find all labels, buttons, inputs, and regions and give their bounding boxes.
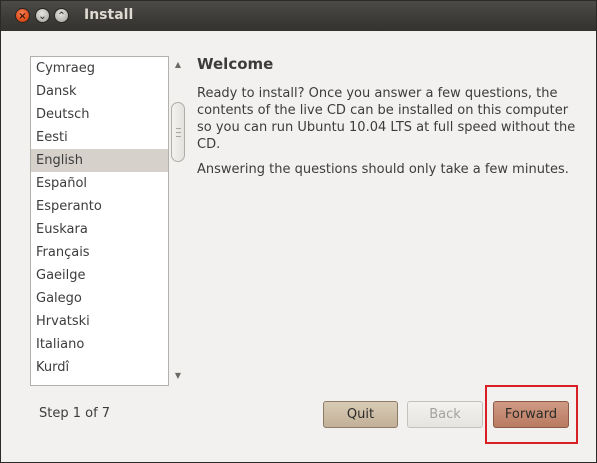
grip-icon [176,128,181,137]
language-item[interactable]: Euskara [31,218,168,241]
language-list[interactable]: Cymraeg Dansk Deutsch Eesti English Espa… [30,56,169,386]
language-item[interactable]: Deutsch [31,103,168,126]
welcome-panel: Welcome Ready to install? Once you answe… [197,55,582,186]
language-item[interactable]: Gaeilge [31,264,168,287]
scroll-up-arrow-icon[interactable]: ▲ [173,60,183,70]
language-item[interactable]: Italiano [31,333,168,356]
minimize-icon[interactable]: ⌄ [35,8,50,23]
scroll-down-arrow-icon[interactable]: ▼ [173,371,183,381]
language-item[interactable]: Eesti [31,126,168,149]
language-item[interactable]: Hrvatski [31,310,168,333]
language-item[interactable]: Cymraeg [31,57,168,80]
page-title: Welcome [197,55,274,73]
language-item[interactable]: Esperanto [31,195,168,218]
step-indicator: Step 1 of 7 [39,406,111,421]
close-icon[interactable]: × [15,8,30,23]
forward-highlight-box [485,385,578,444]
language-item[interactable]: Kurdî [31,356,168,379]
back-button[interactable]: Back [407,401,483,428]
language-item[interactable]: Français [31,241,168,264]
language-item[interactable]: Español [31,172,168,195]
duration-text: Answering the questions should only take… [197,162,569,177]
title-bar[interactable]: × ⌄ ⌃ Install [1,1,596,31]
language-item-selected[interactable]: English [31,149,168,172]
installer-window: × ⌄ ⌃ Install Cymraeg Dansk Deutsch Eest… [0,0,597,463]
language-item[interactable]: Dansk [31,80,168,103]
maximize-icon[interactable]: ⌃ [54,8,69,23]
intro-text: Ready to install? Once you answer a few … [197,86,576,152]
language-list-scrollbar[interactable]: ▲ ▼ [170,56,186,386]
quit-button[interactable]: Quit [323,401,398,428]
window-title: Install [84,7,134,23]
scrollbar-thumb[interactable] [171,102,185,162]
language-item[interactable]: Galego [31,287,168,310]
